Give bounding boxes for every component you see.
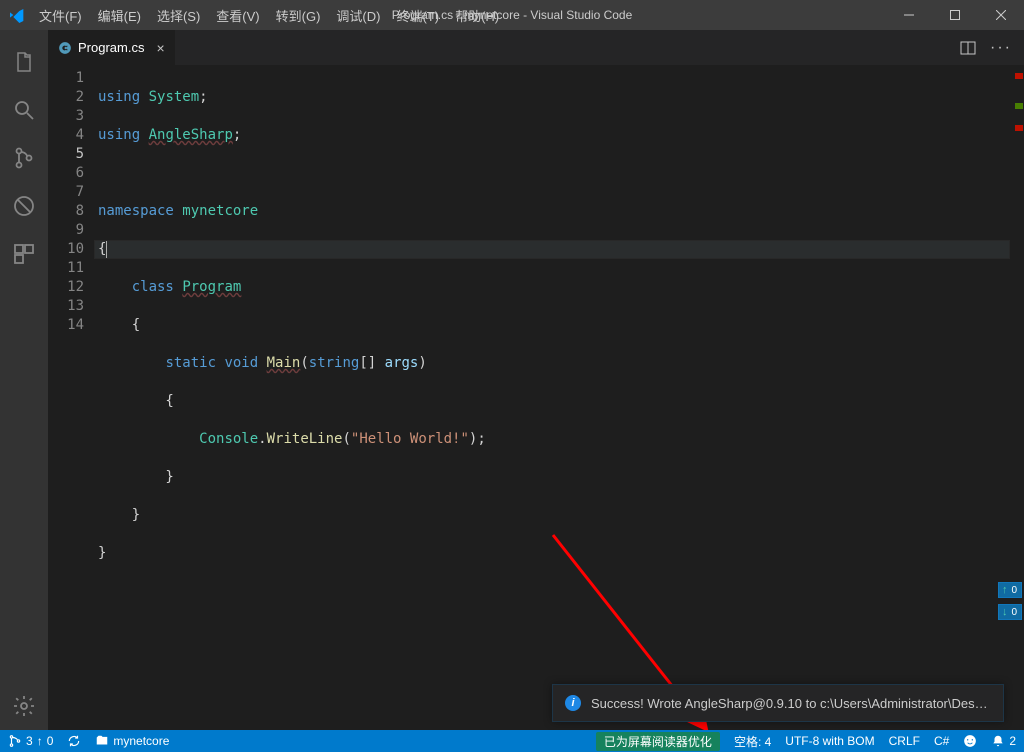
tab-bar: Program.cs × ··· bbox=[48, 30, 1024, 65]
status-bar: 3 ↑0 mynetcore 已为屏幕阅读器优化 空格: 4 UTF-8 wit… bbox=[0, 730, 1024, 752]
main-area: Program.cs × ··· 1 2 3 4 5 6 7 8 9 1 bbox=[0, 30, 1024, 730]
menu-edit[interactable]: 编辑(E) bbox=[91, 2, 148, 29]
window-controls bbox=[886, 0, 1024, 30]
status-indent[interactable]: 空格: 4 bbox=[734, 732, 771, 751]
split-editor-icon[interactable] bbox=[960, 40, 976, 56]
activity-explorer-icon[interactable] bbox=[0, 38, 48, 86]
vscode-logo-icon bbox=[6, 5, 26, 25]
status-encoding[interactable]: UTF-8 with BOM bbox=[785, 732, 874, 751]
activity-extensions-icon[interactable] bbox=[0, 230, 48, 278]
sync-upload-badge[interactable]: ↑0 bbox=[998, 582, 1022, 598]
info-icon: i bbox=[565, 695, 581, 711]
status-sync-icon[interactable] bbox=[67, 734, 81, 748]
menu-go[interactable]: 转到(G) bbox=[269, 2, 328, 29]
status-eol[interactable]: CRLF bbox=[889, 732, 920, 751]
status-git-branch[interactable]: 3 ↑0 bbox=[8, 734, 53, 748]
editor-body: 1 2 3 4 5 6 7 8 9 10 11 12 13 14 using S… bbox=[48, 65, 1024, 730]
sync-badges: ↑0 ↓0 bbox=[998, 582, 1022, 620]
window-title: Program.cs - mynetcore - Visual Studio C… bbox=[392, 8, 633, 22]
activity-bar bbox=[0, 30, 48, 730]
activity-settings-icon[interactable] bbox=[0, 682, 48, 730]
activity-debug-icon[interactable] bbox=[0, 182, 48, 230]
status-notifications[interactable]: 2 bbox=[991, 732, 1016, 751]
editor-area: Program.cs × ··· 1 2 3 4 5 6 7 8 9 1 bbox=[48, 30, 1024, 730]
activity-search-icon[interactable] bbox=[0, 86, 48, 134]
overview-ruler[interactable] bbox=[1010, 65, 1024, 730]
more-actions-icon[interactable]: ··· bbox=[990, 39, 1012, 57]
status-feedback-icon[interactable] bbox=[963, 732, 977, 751]
tab-close-icon[interactable]: × bbox=[156, 40, 164, 56]
tab-actions: ··· bbox=[960, 30, 1024, 65]
notification-toast[interactable]: i Success! Wrote AngleSharp@0.9.10 to c:… bbox=[552, 684, 1004, 722]
menu-view[interactable]: 查看(V) bbox=[209, 2, 266, 29]
status-language[interactable]: C# bbox=[934, 732, 949, 751]
status-workspace[interactable]: mynetcore bbox=[95, 734, 169, 748]
menu-file[interactable]: 文件(F) bbox=[32, 2, 89, 29]
minimize-button[interactable] bbox=[886, 0, 932, 30]
title-bar: 文件(F) 编辑(E) 选择(S) 查看(V) 转到(G) 调试(D) 终端(T… bbox=[0, 0, 1024, 30]
status-screen-reader[interactable]: 已为屏幕阅读器优化 bbox=[596, 732, 720, 751]
menu-selection[interactable]: 选择(S) bbox=[150, 2, 207, 29]
maximize-button[interactable] bbox=[932, 0, 978, 30]
activity-scm-icon[interactable] bbox=[0, 134, 48, 182]
code-content[interactable]: using System; using AngleSharp; namespac… bbox=[98, 65, 1010, 730]
notification-message: Success! Wrote AngleSharp@0.9.10 to c:\U… bbox=[591, 696, 991, 711]
csharp-file-icon bbox=[58, 41, 72, 55]
line-numbers-gutter: 1 2 3 4 5 6 7 8 9 10 11 12 13 14 bbox=[48, 65, 98, 730]
tab-label: Program.cs bbox=[78, 40, 144, 55]
close-window-button[interactable] bbox=[978, 0, 1024, 30]
tab-program-cs[interactable]: Program.cs × bbox=[48, 30, 176, 65]
sync-download-badge[interactable]: ↓0 bbox=[998, 604, 1022, 620]
menu-debug[interactable]: 调试(D) bbox=[329, 2, 387, 29]
